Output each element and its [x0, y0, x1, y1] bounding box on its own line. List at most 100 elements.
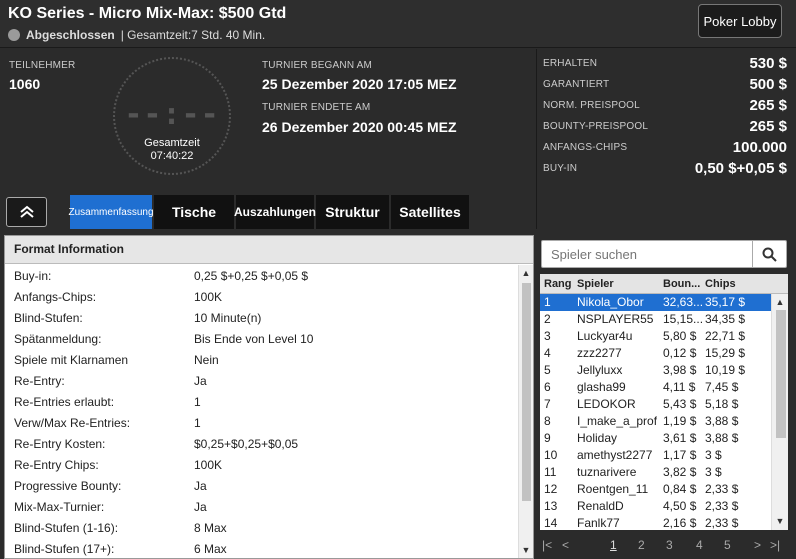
- player-row[interactable]: 8 I_make_a_profit 1,19 $ 3,88 $: [540, 413, 788, 430]
- player-row[interactable]: 4 zzz2277 0,12 $ 15,29 $: [540, 345, 788, 362]
- format-row: Re-Entry Chips: 100K: [5, 454, 517, 475]
- format-key: Blind-Stufen:: [14, 311, 83, 325]
- scroll-down-icon[interactable]: ▼: [774, 516, 786, 526]
- tab-struktur[interactable]: Struktur: [316, 195, 391, 229]
- prev-page-icon[interactable]: <: [562, 538, 569, 552]
- player-row[interactable]: 12 Roentgen_11 0,84 $ 2,33 $: [540, 481, 788, 498]
- player-row[interactable]: 9 Holiday 3,61 $ 3,88 $: [540, 430, 788, 447]
- player-bounty: 0,12 $: [663, 346, 697, 360]
- tab-auszahlungen[interactable]: Auszahlungen: [234, 195, 316, 229]
- format-row: Blind-Stufen (17+): 6 Max: [5, 538, 517, 559]
- collapse-button[interactable]: [6, 197, 47, 227]
- prize-label: ERHALTEN: [543, 58, 598, 69]
- column-header-player[interactable]: Spieler: [577, 278, 657, 290]
- scroll-up-icon[interactable]: ▲: [774, 297, 786, 307]
- prize-label: NORM. PREISPOOL: [543, 100, 640, 111]
- player-bounty: 4,11 $: [663, 380, 696, 394]
- player-scrollbar[interactable]: ▲ ▼: [771, 294, 788, 530]
- player-rank: 8: [544, 414, 551, 428]
- player-bounty: 3,98 $: [663, 363, 697, 377]
- page-link-3[interactable]: 3: [666, 538, 673, 552]
- player-row[interactable]: 14 Fanlk77 2,16 $ 2,33 $: [540, 515, 788, 530]
- player-row[interactable]: 7 LEDOKOR 5,43 $ 5,18 $: [540, 396, 788, 413]
- column-header-chips[interactable]: Chips: [705, 278, 767, 290]
- player-row[interactable]: 10 amethyst2277 1,17 $ 3 $: [540, 447, 788, 464]
- scroll-down-icon[interactable]: ▼: [520, 545, 532, 555]
- clock-time: 07:40:22: [150, 150, 194, 162]
- format-row: Buy-in: 0,25 $+0,25 $+0,05 $: [5, 265, 517, 286]
- player-row[interactable]: 6 glasha99 4,11 $ 7,45 $: [540, 379, 788, 396]
- player-panel: Rang Spieler Boun... Chips 1 Nikola_Obor 3…: [538, 235, 792, 559]
- player-bounty: 3,61 $: [663, 431, 697, 445]
- player-rank: 6: [544, 380, 551, 394]
- prize-value: 530 $: [749, 55, 787, 72]
- format-key: Re-Entry:: [14, 374, 65, 388]
- player-name: Holiday: [577, 431, 618, 445]
- format-value: 6 Max: [194, 542, 227, 556]
- first-page-icon[interactable]: |<: [542, 538, 552, 552]
- page-link-2[interactable]: 2: [638, 538, 645, 552]
- format-key: Re-Entries erlaubt:: [14, 395, 115, 409]
- player-chips: 3,88 $: [705, 431, 739, 445]
- prize-label: ANFANGS-CHIPS: [543, 142, 628, 153]
- player-name: zzz2277: [577, 346, 622, 360]
- player-chips: 3 $: [705, 465, 722, 479]
- player-row[interactable]: 1 Nikola_Obor 32,63... 35,17 $: [540, 294, 788, 311]
- player-row[interactable]: 3 Luckyar4u 5,80 $ 22,71 $: [540, 328, 788, 345]
- player-bounty: 1,17 $: [663, 448, 697, 462]
- started-value: 25 Dezember 2020 17:05 MEZ: [262, 76, 457, 92]
- player-name: LEDOKOR: [577, 397, 636, 411]
- format-value: Ja: [194, 374, 207, 388]
- format-info-panel: Format Information Buy-in: 0,25 $+0,25 $+…: [4, 235, 534, 559]
- player-row[interactable]: 13 RenaldD 4,50 $ 2,33 $: [540, 498, 788, 515]
- tab-zusammenfassung[interactable]: Zusammenfassung: [68, 195, 154, 229]
- format-key: Buy-in:: [14, 269, 52, 283]
- player-row[interactable]: 5 Jellyluxx 3,98 $ 10,19 $: [540, 362, 788, 379]
- search-button[interactable]: [753, 240, 787, 268]
- player-chips: 7,45 $: [705, 380, 739, 394]
- status-row: Abgeschlossen | Gesamtzeit:7 Std. 40 Min…: [8, 28, 265, 42]
- pagination: |< < 1 2 3 4 5 > >|: [538, 535, 792, 557]
- player-chips: 22,71 $: [705, 329, 746, 343]
- tab-tische[interactable]: Tische: [154, 195, 236, 229]
- player-chips: 5,18 $: [705, 397, 739, 411]
- player-name: Jellyluxx: [577, 363, 623, 377]
- prize-row-guaranteed: GARANTIERT 500 $: [543, 76, 787, 96]
- player-table: Rang Spieler Boun... Chips 1 Nikola_Obor 3…: [540, 274, 788, 530]
- page-link-4[interactable]: 4: [696, 538, 703, 552]
- player-scroll-thumb[interactable]: [776, 310, 786, 438]
- clock-label: Gesamtzeit 07:40:22: [115, 137, 229, 163]
- tab-bar: Zusammenfassung Tische Auszahlungen Stru…: [68, 195, 471, 229]
- column-header-rank[interactable]: Rang: [544, 278, 574, 290]
- player-rank: 11: [544, 465, 557, 479]
- player-name: tuznarivere: [577, 465, 637, 479]
- player-rank: 10: [544, 448, 558, 462]
- tab-satellites[interactable]: Satellites: [391, 195, 471, 229]
- player-rank: 1: [544, 295, 551, 309]
- next-page-icon[interactable]: >: [754, 538, 761, 552]
- last-page-icon[interactable]: >|: [770, 538, 780, 552]
- player-chips: 10,19 $: [705, 363, 746, 377]
- format-scrollbar[interactable]: ▲ ▼: [518, 265, 533, 558]
- page-link-1[interactable]: 1: [610, 538, 617, 552]
- player-row[interactable]: 2 NSPLAYER55 15,15... 34,35 $: [540, 311, 788, 328]
- format-info-title: Format Information: [5, 236, 533, 264]
- poker-lobby-button[interactable]: Poker Lobby: [698, 4, 782, 38]
- player-search-input[interactable]: [541, 240, 753, 268]
- scroll-up-icon[interactable]: ▲: [520, 268, 532, 278]
- prize-value: 265 $: [749, 118, 787, 135]
- column-header-bounty[interactable]: Boun...: [663, 278, 703, 290]
- page-link-5[interactable]: 5: [724, 538, 731, 552]
- player-row[interactable]: 11 tuznarivere 3,82 $ 3 $: [540, 464, 788, 481]
- format-value: 100K: [194, 290, 223, 304]
- format-scroll-thumb[interactable]: [522, 283, 531, 501]
- player-bounty: 5,43 $: [663, 397, 697, 411]
- player-chips: 2,33 $: [705, 516, 739, 530]
- format-row: Anfangs-Chips: 100K: [5, 286, 517, 307]
- player-rank: 7: [544, 397, 551, 411]
- format-row: Blind-Stufen: 10 Minute(n): [5, 307, 517, 328]
- format-key: Re-Entry Kosten:: [14, 437, 106, 451]
- format-value: Nein: [194, 353, 219, 367]
- format-value: $0,25+$0,25+$0,05: [194, 437, 299, 451]
- format-key: Re-Entry Chips:: [14, 458, 99, 472]
